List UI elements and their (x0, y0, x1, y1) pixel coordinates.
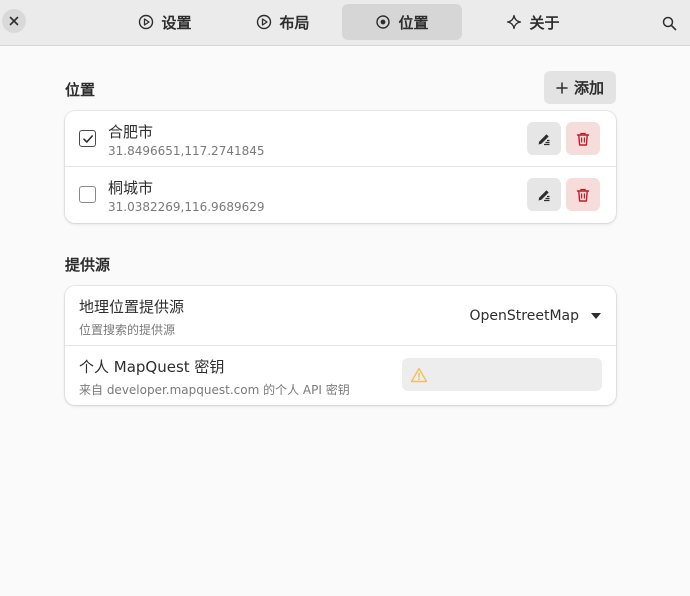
dropdown-arrow-icon (591, 313, 601, 319)
location-target-icon (376, 15, 391, 29)
search-button[interactable] (656, 10, 682, 36)
location-row: 桐城市 31.0382269,116.9689629 (65, 167, 616, 223)
edit-icon (538, 189, 550, 201)
mapquest-key-input[interactable] (402, 358, 602, 391)
add-location-label: 添加 (573, 79, 604, 97)
tab-location[interactable]: 位置 (342, 4, 462, 40)
tab-about[interactable]: 关于 (478, 4, 588, 40)
checkmark-icon (82, 134, 93, 143)
tab-location-label: 位置 (398, 13, 429, 32)
tab-layout-label: 布局 (279, 13, 310, 32)
mapquest-key-title: 个人 MapQuest 密钥 (79, 358, 225, 376)
mapquest-key-subtitle: 来自 developer.mapquest.com 的个人 API 密钥 (79, 383, 350, 397)
layout-icon (257, 14, 272, 30)
geo-provider-dropdown[interactable]: OpenStreetMap (455, 301, 605, 331)
close-button[interactable] (2, 9, 26, 33)
edit-location-button[interactable] (527, 122, 561, 155)
warning-icon (410, 367, 428, 382)
tab-settings[interactable]: 设置 (110, 4, 220, 40)
edit-icon (538, 133, 550, 145)
location-name: 合肥市 (108, 123, 154, 141)
tab-settings-label: 设置 (161, 13, 192, 32)
providers-list: 地理位置提供源 位置搜索的提供源 OpenStreetMap 个人 MapQue… (65, 286, 616, 405)
edit-location-button[interactable] (527, 178, 561, 211)
geo-provider-row: 地理位置提供源 位置搜索的提供源 OpenStreetMap (65, 286, 616, 346)
location-name: 桐城市 (108, 179, 154, 197)
providers-heading: 提供源 (65, 256, 111, 274)
geo-provider-title: 地理位置提供源 (79, 298, 185, 316)
settings-icon (139, 14, 154, 30)
location-row: 合肥市 31.8496651,117.2741845 (65, 111, 616, 167)
location-checkbox[interactable] (79, 130, 96, 147)
mapquest-key-row: 个人 MapQuest 密钥 来自 developer.mapquest.com… (65, 346, 616, 405)
delete-location-button[interactable] (566, 178, 600, 211)
geo-provider-selected: OpenStreetMap (469, 308, 579, 324)
tab-layout[interactable]: 布局 (228, 4, 338, 40)
trash-icon (576, 132, 590, 146)
delete-location-button[interactable] (566, 122, 600, 155)
header-bar: 设置 布局 位置 关于 (0, 0, 690, 46)
location-coordinates: 31.0382269,116.9689629 (108, 200, 265, 214)
sparkle-icon (507, 14, 522, 30)
close-icon (9, 16, 19, 26)
add-location-button[interactable]: 添加 (544, 71, 616, 104)
trash-icon (576, 188, 590, 202)
search-icon (662, 16, 676, 30)
location-checkbox[interactable] (79, 186, 96, 203)
locations-heading: 位置 (65, 81, 96, 99)
geo-provider-subtitle: 位置搜索的提供源 (79, 323, 176, 337)
location-coordinates: 31.8496651,117.2741845 (108, 144, 265, 158)
locations-list: 合肥市 31.8496651,117.2741845 桐城市 31.038226… (65, 111, 616, 223)
plus-icon (556, 81, 568, 94)
tab-about-label: 关于 (529, 13, 560, 32)
